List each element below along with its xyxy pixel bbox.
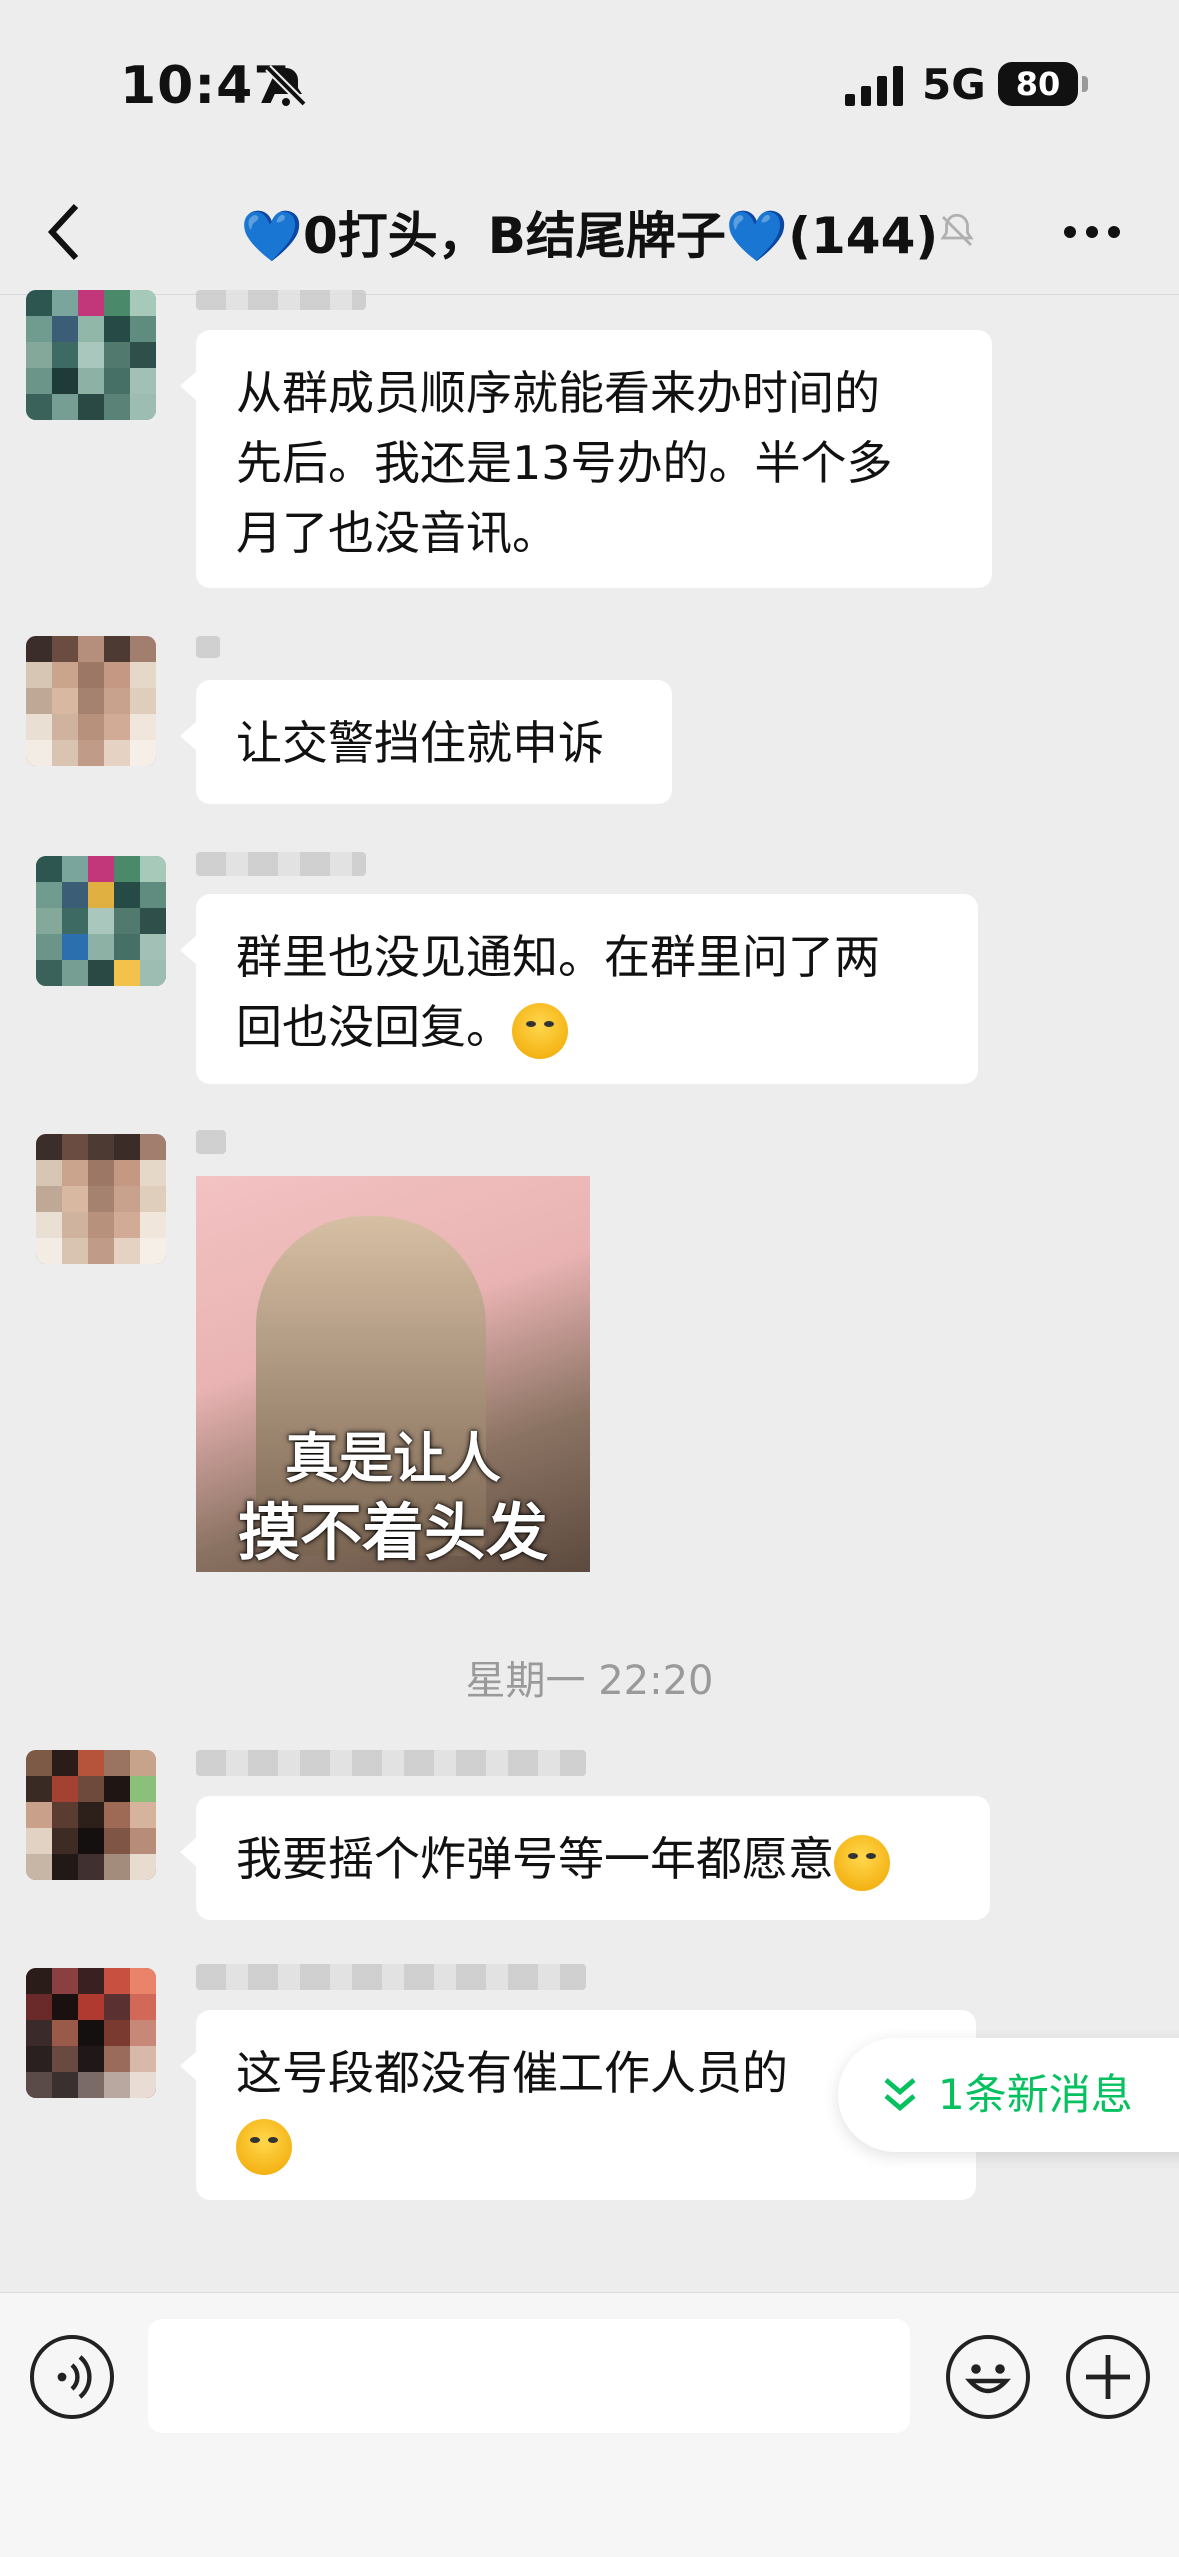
- laughing-emoji: [834, 1834, 890, 1891]
- crying-laughing-emoji: [236, 2118, 292, 2175]
- message-line: 回也没回复。: [236, 1000, 512, 1054]
- avatar[interactable]: [26, 1968, 156, 2098]
- message-bubble[interactable]: 让交警挡住就申诉: [180, 680, 672, 804]
- sender-name: [196, 1964, 586, 1990]
- emoji-button[interactable]: [946, 2335, 1030, 2419]
- input-bar: [0, 2292, 1179, 2557]
- message-bubble[interactable]: 从群成员顺序就能看来办时间的 先后。我还是13号办的。半个多 月了也没音讯。: [180, 330, 992, 588]
- voice-icon: [57, 2355, 92, 2399]
- avatar[interactable]: [26, 1750, 156, 1880]
- message-line: 这号段都没有催工作人员的: [236, 2046, 788, 2100]
- message-line: 从群成员顺序就能看来办时间的: [236, 366, 880, 420]
- more-actions-button[interactable]: [1066, 2335, 1150, 2419]
- sender-name: [196, 290, 366, 310]
- avatar[interactable]: [36, 856, 166, 986]
- muted-bell-icon: [940, 213, 974, 246]
- message-line: 我要摇个炸弹号等一年都愿意: [236, 1832, 834, 1886]
- timestamp: 星期一 22:20: [465, 1658, 714, 1704]
- sender-name: [196, 852, 366, 876]
- sender-name: [196, 1750, 586, 1776]
- message-line: 让交警挡住就申诉: [236, 716, 604, 770]
- message-bubble[interactable]: 我要摇个炸弹号等一年都愿意: [180, 1796, 990, 1920]
- voice-button[interactable]: [30, 2335, 114, 2419]
- new-messages-label: 1条新消息: [938, 2070, 1133, 2119]
- network-label: 5G: [922, 60, 986, 109]
- battery-icon: 80: [998, 62, 1088, 106]
- avatar[interactable]: [36, 1134, 166, 1264]
- status-bar: 10:47 5G 80: [0, 0, 1179, 170]
- sender-name: [196, 1130, 226, 1154]
- message-line: 群里也没见通知。在群里问了两: [236, 930, 880, 984]
- crying-laughing-emoji: [512, 1002, 568, 1059]
- plus-icon: [1086, 2355, 1130, 2399]
- chat-title: 💙0打头，B结尾牌子💙(144): [240, 207, 939, 265]
- nav-bar: 💙0打头，B结尾牌子💙(144): [0, 170, 1179, 295]
- smiley-icon: [965, 2364, 1011, 2394]
- bell-off-icon: [265, 65, 307, 107]
- avatar[interactable]: [26, 636, 156, 766]
- more-icon[interactable]: [1062, 212, 1122, 252]
- sticker-image[interactable]: 真是让人 摸不着头发: [196, 1176, 590, 1572]
- message-input[interactable]: [148, 2319, 910, 2433]
- message-bubble[interactable]: 群里也没见通知。在群里问了两 回也没回复。: [180, 894, 978, 1084]
- double-chevron-down-icon: [884, 2078, 916, 2112]
- avatar[interactable]: [26, 290, 156, 420]
- signal-icon: [845, 66, 903, 106]
- message-line: 月了也没音讯。: [236, 506, 558, 560]
- message-line: 先后。我还是13号办的。半个多: [236, 436, 893, 490]
- sender-name: [196, 636, 220, 658]
- sticker-caption: 摸不着头发: [237, 1496, 548, 1569]
- new-messages-button[interactable]: 1条新消息: [838, 2038, 1179, 2152]
